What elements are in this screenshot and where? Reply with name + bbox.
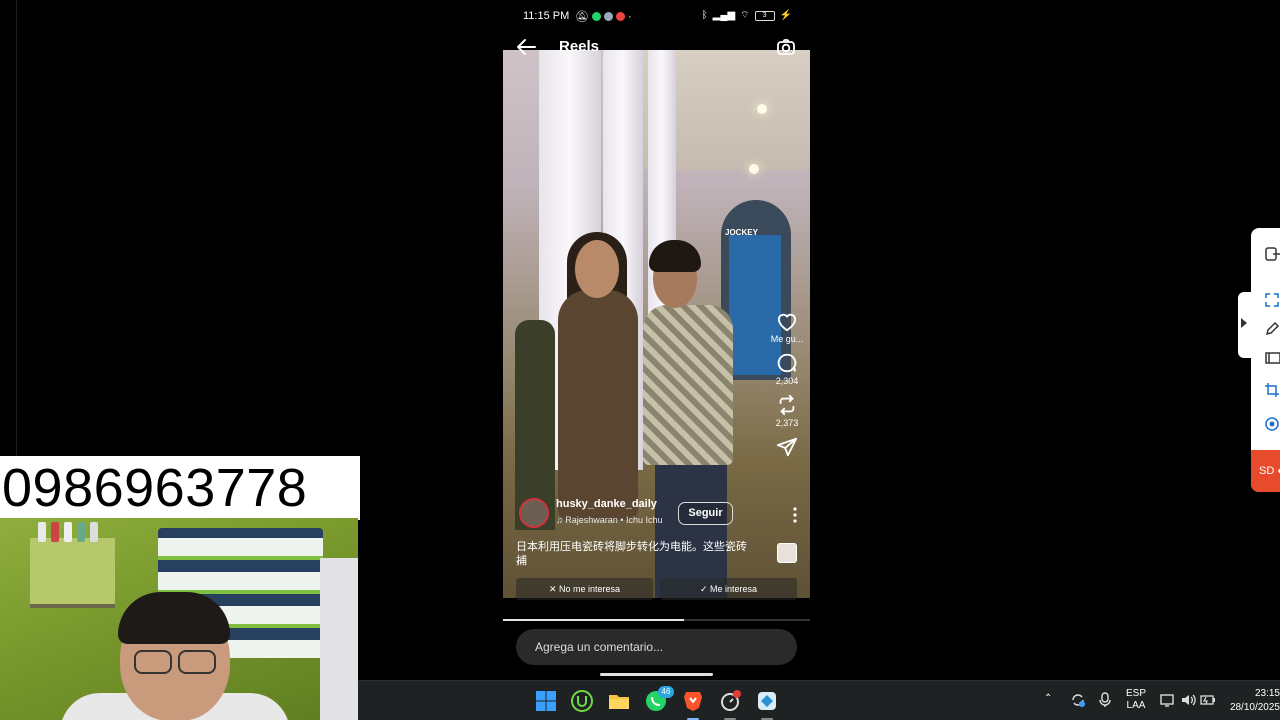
repost-count: 2,373 xyxy=(775,418,799,428)
status-bar: 11:15 PM 🔕︎ · ᛒ ▂▄▆ ⌔ 3 ⚡ xyxy=(503,0,810,32)
windows-start-icon[interactable] xyxy=(534,689,558,713)
woman-face xyxy=(575,240,619,298)
username-link[interactable]: husky_danke_daily xyxy=(556,498,657,510)
clock-date: 28/10/2025 xyxy=(1229,702,1280,713)
chevron-right-icon xyxy=(1241,318,1247,328)
interested-label: Me interesa xyxy=(710,584,758,594)
bluetooth-icon: ᛒ xyxy=(701,10,708,21)
glasses xyxy=(130,650,220,676)
music-label: Rajeshwaran • Ichu Ichu xyxy=(565,515,663,525)
repost-button[interactable]: 2,373 xyxy=(763,394,810,428)
reel-caption[interactable]: 日本利用压电瓷砖将脚步转化为电能。这些瓷砖捕 xyxy=(516,540,756,568)
home-indicator[interactable] xyxy=(600,673,713,676)
phone-screen: JOCKEY 11:15 PM 🔕︎ · ᛒ ▂▄▆ ⌔ 3 ⚡ Reels M… xyxy=(503,0,810,680)
file-explorer-icon[interactable] xyxy=(607,689,631,713)
unread-badge: 46 xyxy=(658,686,674,698)
status-right: ᛒ ▂▄▆ ⌔ 3 ⚡ xyxy=(702,9,792,22)
close-icon: ✕ xyxy=(548,584,557,594)
screen-recorder-icon[interactable] xyxy=(718,689,742,720)
clock-time: 23:15 xyxy=(1254,688,1280,699)
reel-actions: Me gu... 2,304 2,373 xyxy=(763,312,810,466)
more-notifications-icon: · xyxy=(627,10,632,23)
microphone-icon[interactable] xyxy=(1098,692,1112,708)
wifi-icon: ⌔ xyxy=(740,10,750,21)
app-notification-icon xyxy=(615,12,625,21)
music-track[interactable]: ♫ Rajeshwaran • Ichu Ichu xyxy=(556,515,662,525)
language-code: ESP xyxy=(1126,688,1147,699)
webcam-feed xyxy=(0,518,358,720)
video-progress-bar[interactable] xyxy=(503,619,810,621)
mute-icon: 🔕︎ xyxy=(575,11,589,23)
comment-count: 2,304 xyxy=(775,376,799,386)
reels-header: Reels xyxy=(503,32,810,62)
ceiling-lamp xyxy=(757,104,767,114)
man-hair xyxy=(649,240,701,272)
audio-thumbnail[interactable] xyxy=(777,543,797,563)
taskbar: 46 ⌃ ESP LAA 23:15 28/10/2025 xyxy=(358,680,1280,720)
ceiling-lamp xyxy=(749,164,759,174)
comments-button[interactable]: 2,304 xyxy=(763,352,810,386)
interested-button[interactable]: ✓ Me interesa xyxy=(660,578,797,600)
record-button[interactable]: SD ● xyxy=(1251,450,1280,492)
app-notification-icon xyxy=(603,12,613,21)
wall-panel xyxy=(320,558,358,720)
whatsapp-icon[interactable]: 46 xyxy=(644,686,674,713)
keyboard-layout: LAA xyxy=(1126,700,1146,711)
volume-icon[interactable] xyxy=(1180,692,1196,708)
heart-icon xyxy=(777,313,797,332)
chevron-up-icon[interactable]: ⌃ xyxy=(1044,693,1052,704)
store-sign: JOCKEY xyxy=(725,228,758,237)
more-options-icon[interactable] xyxy=(791,506,799,524)
caption-more[interactable]: ... xyxy=(516,554,525,566)
network-icon[interactable] xyxy=(1160,692,1176,708)
comment-icon xyxy=(777,353,797,373)
signal-icon: ▂▄▆ xyxy=(712,10,736,21)
phone-link-icon[interactable] xyxy=(755,689,779,720)
brave-browser-icon[interactable] xyxy=(681,689,705,720)
record-icon[interactable] xyxy=(1264,416,1280,432)
input-language[interactable]: ESP LAA xyxy=(1126,688,1146,712)
system-clock[interactable]: 23:15 28/10/2025 xyxy=(1228,687,1280,715)
battery-icon: 3 xyxy=(754,10,775,21)
film-icon[interactable] xyxy=(1264,350,1280,366)
like-button[interactable]: Me gu... xyxy=(763,312,810,344)
avatar[interactable] xyxy=(519,498,549,528)
divider xyxy=(16,0,17,460)
follow-button[interactable]: Seguir xyxy=(678,502,733,525)
like-label: Me gu... xyxy=(770,334,804,344)
person-hair xyxy=(118,592,230,644)
pen-icon[interactable] xyxy=(1264,321,1280,337)
record-label: SD xyxy=(1259,465,1275,477)
back-arrow-icon[interactable] xyxy=(515,38,537,56)
crop-icon[interactable] xyxy=(1264,382,1280,398)
battery-icon[interactable] xyxy=(1200,693,1216,707)
whatsapp-notification-icon xyxy=(591,12,601,21)
sync-icon[interactable] xyxy=(1070,692,1086,708)
status-time: 11:15 PM xyxy=(523,10,570,22)
exit-icon[interactable] xyxy=(1264,246,1280,262)
page-title: Reels xyxy=(559,38,600,55)
phone-number-overlay: 0986963778 xyxy=(0,456,360,520)
upwork-icon[interactable] xyxy=(570,689,594,713)
man-shirt xyxy=(643,305,733,465)
reel-author: husky_danke_daily ♫ Rajeshwaran • Ichu I… xyxy=(515,496,805,536)
share-button[interactable] xyxy=(763,436,810,458)
woman-figure xyxy=(558,290,638,520)
notification-icons: 🔕︎ · xyxy=(575,10,632,24)
wall-shelf xyxy=(30,522,115,608)
not-interested-label: No me interesa xyxy=(559,584,621,594)
charging-icon: ⚡ xyxy=(779,10,792,21)
repost-icon xyxy=(779,394,795,416)
expand-icon[interactable] xyxy=(1264,292,1280,308)
progress-fill xyxy=(503,619,685,621)
screen: 0986963778 JOCKEY 11:15 PM 🔕︎ · ᛒ ▂▄▆ ⌔ … xyxy=(0,0,1280,720)
comment-input[interactable]: Agrega un comentario... xyxy=(516,629,797,665)
not-interested-button[interactable]: ✕ No me interesa xyxy=(516,578,653,600)
share-icon xyxy=(776,437,798,457)
check-icon: ✓ xyxy=(699,584,708,594)
camera-icon[interactable] xyxy=(776,37,796,57)
